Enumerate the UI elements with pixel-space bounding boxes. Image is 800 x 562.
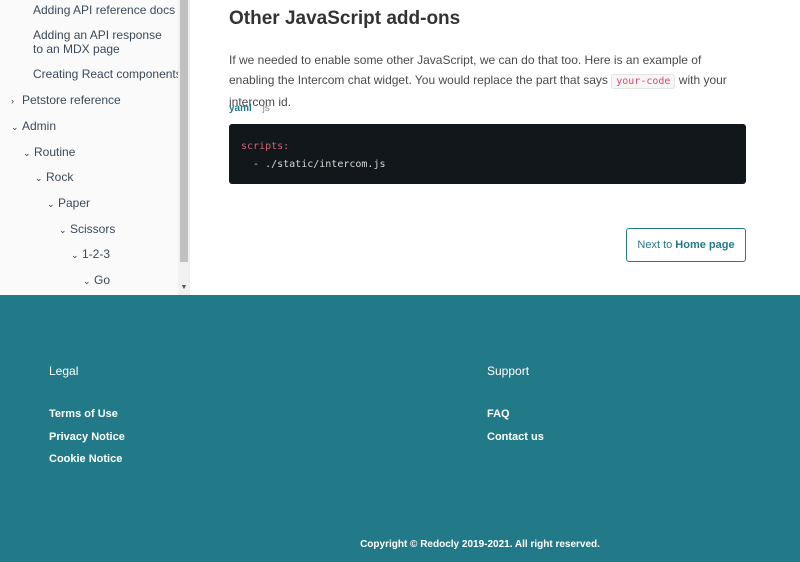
sidebar-item-label: Rock bbox=[46, 170, 74, 184]
next-prefix: Next to bbox=[637, 239, 676, 251]
footer-link-cookie-notice[interactable]: Cookie Notice bbox=[49, 453, 122, 465]
next-page-button[interactable]: Next to Home page bbox=[626, 228, 746, 262]
tab-js[interactable]: js bbox=[263, 103, 270, 114]
section-heading: Other JavaScript add-ons bbox=[229, 8, 461, 29]
code-tabs: yaml js bbox=[229, 103, 278, 114]
sidebar-item-label: Adding API reference docs bbox=[33, 3, 176, 17]
footer-support-heading: Support bbox=[487, 364, 530, 378]
sidebar-scrollbar[interactable]: ▼ bbox=[178, 0, 189, 295]
chevron-down-icon: ⌄ bbox=[59, 225, 67, 235]
sidebar-item-adding-api-response[interactable]: Adding an API response to an MDX page bbox=[33, 28, 173, 56]
footer: Legal Terms of Use Privacy Notice Cookie… bbox=[0, 295, 800, 562]
sidebar-item-label: Scissors bbox=[70, 222, 116, 236]
sidebar-item-admin[interactable]: ⌄ Admin bbox=[11, 119, 56, 134]
code-line-2: - ./static/intercom.js bbox=[241, 159, 386, 170]
sidebar-item-adding-api-reference-docs[interactable]: Adding API reference docs bbox=[33, 3, 175, 17]
chevron-down-icon: ⌄ bbox=[71, 250, 79, 260]
chevron-right-icon: › bbox=[11, 96, 14, 106]
sidebar-item-1-2-3[interactable]: ⌄ 1-2-3 bbox=[71, 247, 110, 262]
scroll-down-arrow-icon[interactable]: ▼ bbox=[180, 284, 188, 292]
footer-legal-heading: Legal bbox=[49, 364, 79, 378]
section-paragraph: If we needed to enable some other JavaSc… bbox=[229, 50, 749, 112]
sidebar-item-petstore-reference[interactable]: › Petstore reference bbox=[11, 93, 121, 108]
sidebar: Adding API reference docs Adding an API … bbox=[0, 0, 190, 295]
sidebar-item-routine[interactable]: ⌄ Routine bbox=[23, 145, 75, 160]
inline-code: your-code bbox=[611, 74, 676, 89]
sidebar-item-label: Creating React components bbox=[33, 67, 182, 81]
sidebar-item-label: 1-2-3 bbox=[82, 247, 111, 261]
copyright-text: Copyright © Redocly 2019-2021. All right… bbox=[360, 539, 600, 550]
sidebar-item-label: Go bbox=[94, 273, 111, 287]
sidebar-item-label: Petstore reference bbox=[22, 93, 121, 107]
footer-link-faq[interactable]: FAQ bbox=[487, 408, 510, 420]
footer-link-privacy-notice[interactable]: Privacy Notice bbox=[49, 431, 125, 443]
chevron-down-icon: ⌄ bbox=[11, 122, 19, 132]
sidebar-item-creating-react-components[interactable]: Creating React components bbox=[33, 67, 182, 81]
sidebar-item-label: Paper bbox=[58, 196, 91, 210]
sidebar-item-label: Admin bbox=[22, 119, 57, 133]
sidebar-item-rock[interactable]: ⌄ Rock bbox=[35, 170, 73, 185]
code-line-1: scripts: bbox=[241, 141, 290, 152]
next-target: Home page bbox=[675, 239, 735, 251]
sidebar-item-go[interactable]: ⌄ Go bbox=[83, 273, 110, 288]
footer-link-terms-of-use[interactable]: Terms of Use bbox=[49, 408, 118, 420]
sidebar-item-scissors[interactable]: ⌄ Scissors bbox=[59, 222, 115, 237]
tab-yaml[interactable]: yaml bbox=[229, 103, 252, 114]
sidebar-item-paper[interactable]: ⌄ Paper bbox=[47, 196, 90, 211]
chevron-down-icon: ⌄ bbox=[23, 148, 31, 158]
sidebar-item-label: Adding an API response to an MDX page bbox=[33, 28, 162, 56]
chevron-down-icon: ⌄ bbox=[47, 199, 55, 209]
scrollbar-thumb[interactable] bbox=[180, 0, 188, 262]
sidebar-item-label: Routine bbox=[34, 145, 76, 159]
chevron-down-icon: ⌄ bbox=[83, 276, 91, 286]
code-block: scripts: - ./static/intercom.js bbox=[229, 124, 746, 184]
chevron-down-icon: ⌄ bbox=[35, 173, 43, 183]
footer-link-contact-us[interactable]: Contact us bbox=[487, 431, 544, 443]
